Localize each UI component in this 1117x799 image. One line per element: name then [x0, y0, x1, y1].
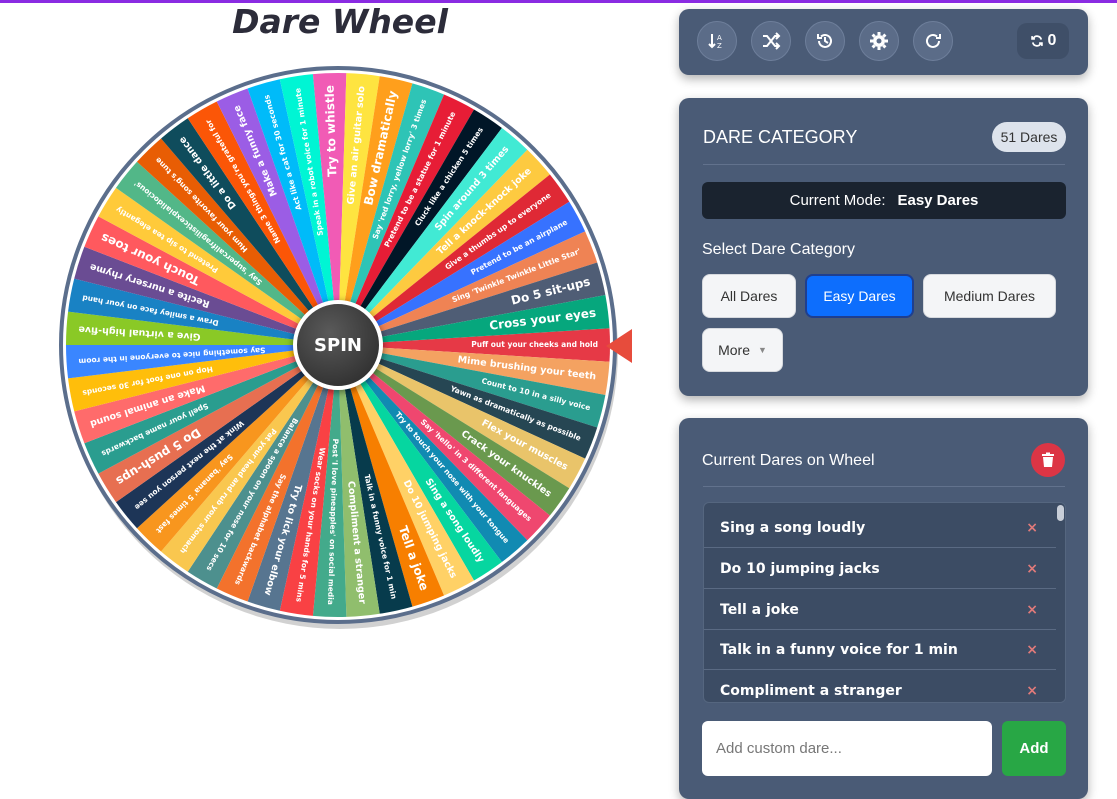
wheel-pointer — [606, 329, 632, 363]
dare-list-scrollbar[interactable] — [1056, 503, 1065, 702]
chevron-down-icon: ▼ — [757, 345, 767, 355]
refresh-icon — [926, 33, 941, 48]
dare-list[interactable]: Sing a song loudly × Do 10 jumping jacks… — [703, 502, 1066, 703]
shuffle-button[interactable] — [751, 21, 791, 61]
category-medium-button[interactable]: Medium Dares — [923, 274, 1056, 318]
sort-button[interactable]: AZ — [697, 21, 737, 61]
dare-text: Talk in a funny voice for 1 min — [720, 641, 958, 658]
remove-dare-button[interactable]: × — [1026, 602, 1038, 618]
settings-button[interactable] — [859, 21, 899, 61]
custom-dare-input[interactable] — [702, 721, 992, 776]
gear-icon — [870, 32, 888, 50]
remove-dare-button[interactable]: × — [1026, 683, 1038, 699]
dare-text: Do 10 jumping jacks — [720, 560, 880, 577]
current-dares-heading: Current Dares on Wheel — [702, 452, 875, 469]
divider — [703, 486, 1065, 487]
add-dare-button[interactable]: Add — [1002, 721, 1066, 776]
select-category-label: Select Dare Category — [702, 241, 855, 258]
shuffle-icon — [763, 32, 781, 50]
category-panel: DARE CATEGORY 51 Dares Current Mode: Eas… — [679, 98, 1088, 396]
list-item: Sing a song loudly × — [704, 508, 1056, 548]
list-item: Tell a joke × — [704, 590, 1056, 630]
dare-count-badge: 51 Dares — [992, 122, 1066, 152]
dare-text: Compliment a stranger — [720, 682, 902, 699]
divider — [703, 164, 1065, 165]
category-heading: DARE CATEGORY — [703, 127, 858, 147]
category-all-button[interactable]: All Dares — [702, 274, 796, 318]
svg-text:Z: Z — [717, 42, 722, 50]
current-mode-label: Current Mode: — [789, 192, 886, 209]
history-button[interactable] — [805, 21, 845, 61]
list-item: Compliment a stranger × — [704, 671, 1056, 702]
category-more-dropdown[interactable]: More ▼ — [702, 328, 783, 372]
wheel-segment-label: Try to whistle — [322, 85, 339, 177]
list-item: Do 10 jumping jacks × — [704, 549, 1056, 589]
category-easy-button[interactable]: Easy Dares — [805, 274, 914, 318]
more-label: More — [718, 342, 750, 358]
clear-all-button[interactable] — [1031, 443, 1065, 477]
page-title: Dare Wheel — [232, 2, 448, 41]
dare-text: Tell a joke — [720, 601, 799, 618]
toolbar-panel: AZ 0 — [679, 9, 1088, 75]
current-dares-panel: Current Dares on Wheel Sing a song loudl… — [679, 418, 1088, 799]
svg-text:A: A — [717, 34, 722, 42]
trash-icon — [1042, 452, 1054, 467]
sort-icon: AZ — [708, 34, 722, 50]
history-icon — [817, 33, 832, 48]
spin-counter: 0 — [1017, 23, 1069, 59]
remove-dare-button[interactable]: × — [1026, 520, 1038, 536]
spin-button[interactable]: SPIN — [293, 300, 383, 390]
sync-icon — [1030, 35, 1043, 47]
remove-dare-button[interactable]: × — [1026, 561, 1038, 577]
current-mode-value: Easy Dares — [897, 192, 979, 209]
spin-count: 0 — [1047, 32, 1057, 49]
wheel-segment-label: Puff out your cheeks and hold — [471, 340, 598, 349]
dare-text: Sing a song loudly — [720, 519, 866, 536]
reset-button[interactable] — [913, 21, 953, 61]
current-mode-bar: Current Mode: Easy Dares — [702, 182, 1066, 219]
scrollbar-thumb[interactable] — [1057, 505, 1064, 521]
list-item: Talk in a funny voice for 1 min × — [704, 630, 1056, 670]
remove-dare-button[interactable]: × — [1026, 642, 1038, 658]
